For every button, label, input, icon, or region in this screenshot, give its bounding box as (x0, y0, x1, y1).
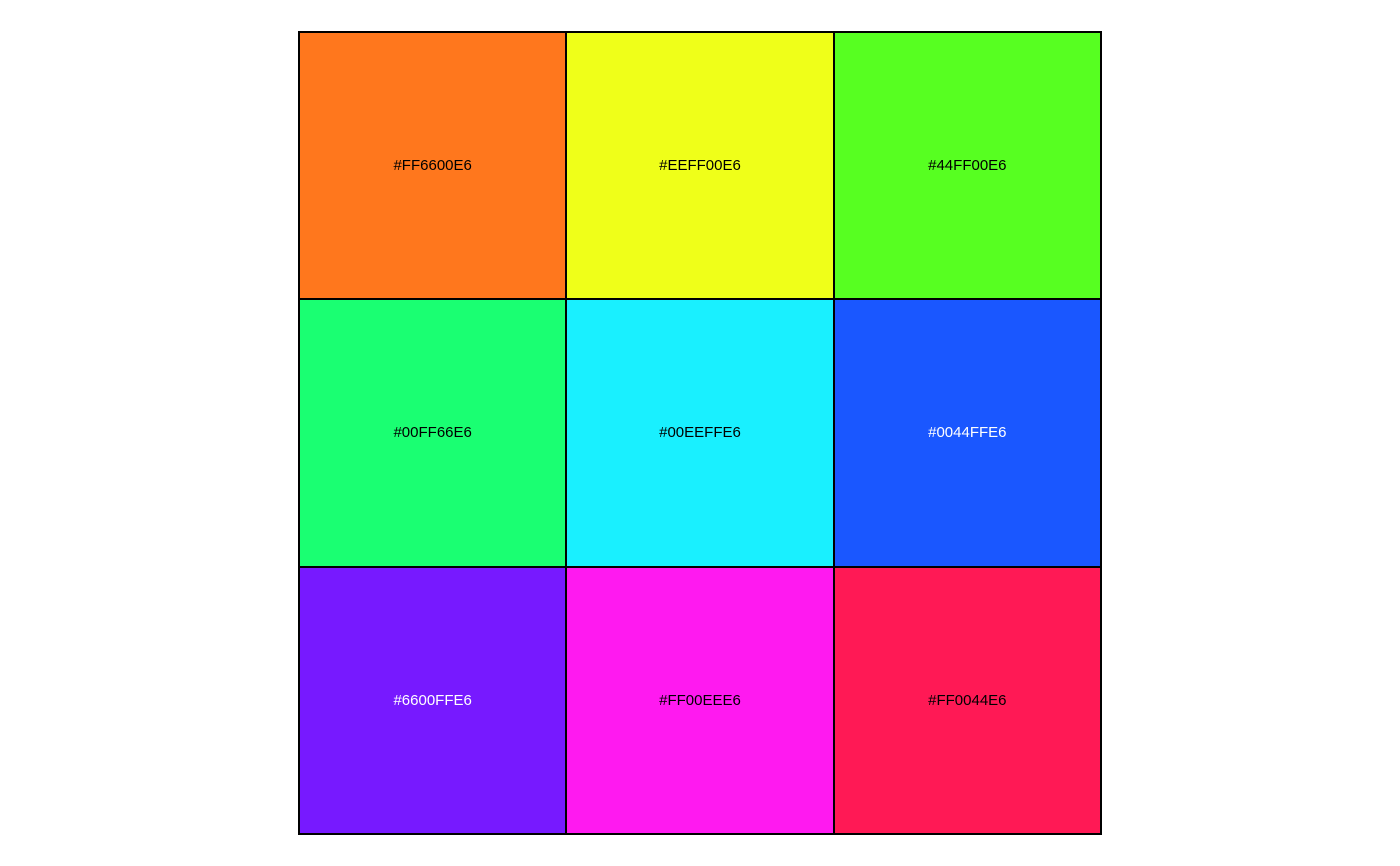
swatch-label: #44FF00E6 (928, 157, 1007, 175)
swatch-label: #6600FFE6 (393, 691, 472, 709)
page: #FF6600E6 #EEFF00E6 #44FF00E6 #00FF66E6 … (0, 0, 1400, 866)
swatch-label: #FF6600E6 (393, 157, 472, 175)
color-swatch: #FF0044E6 (833, 566, 1101, 834)
color-swatch: #0044FFE6 (833, 299, 1101, 567)
color-swatch: #EEFF00E6 (566, 32, 834, 300)
color-swatch-grid: #FF6600E6 #EEFF00E6 #44FF00E6 #00FF66E6 … (298, 31, 1102, 835)
color-swatch: #FF6600E6 (299, 32, 567, 300)
color-swatch: #44FF00E6 (833, 32, 1101, 300)
color-swatch: #00FF66E6 (299, 299, 567, 567)
swatch-label: #0044FFE6 (928, 424, 1007, 442)
color-swatch: #6600FFE6 (299, 566, 567, 834)
swatch-label: #00EEFFE6 (659, 424, 741, 442)
color-swatch: #00EEFFE6 (566, 299, 834, 567)
swatch-label: #00FF66E6 (393, 424, 472, 442)
swatch-label: #FF0044E6 (928, 691, 1007, 709)
swatch-label: #FF00EEE6 (659, 691, 741, 709)
swatch-label: #EEFF00E6 (659, 157, 741, 175)
color-swatch: #FF00EEE6 (566, 566, 834, 834)
